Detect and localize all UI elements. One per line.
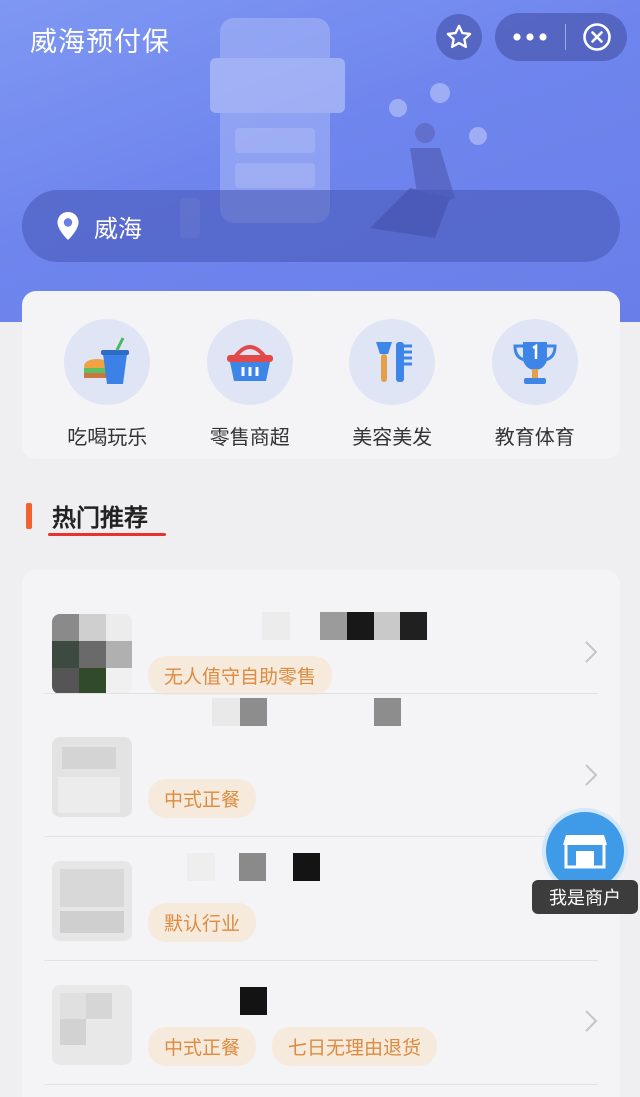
category-education[interactable]: 教育体育 [475,291,595,459]
food-drink-icon [64,319,151,405]
app-title: 威海预付保 [30,27,170,58]
close-button[interactable] [566,13,627,61]
tag-group: 默认行业 [148,903,257,942]
location-selector[interactable]: 威海 [22,190,620,262]
tag-group: 中式正餐 七日无理由退货 [148,1027,438,1066]
recommend-list: 无人值守自助零售 中式正餐 默认行业 中式正餐 七日无理由退货 [22,570,620,1097]
favorite-button[interactable] [436,14,482,60]
category-label: 吃喝玩乐 [67,425,148,449]
industry-tag: 中式正餐 [148,1027,257,1066]
tag-group: 中式正餐 [148,779,257,818]
star-icon [446,24,472,49]
category-food[interactable]: 吃喝玩乐 [47,291,167,459]
section-title: 热门推荐 [52,504,148,532]
store-thumbnail [52,614,132,694]
service-tag: 七日无理由退货 [272,1027,438,1066]
category-retail[interactable]: 零售商超 [190,291,310,459]
close-circle-icon [582,23,611,51]
beauty-comb-icon [349,319,436,405]
merchant-label: 我是商户 [532,880,638,914]
section-accent-bar [26,502,32,529]
store-thumbnail [52,861,132,941]
store-name-pixelated [262,612,427,640]
chevron-right-icon [585,764,598,786]
divider [44,693,598,694]
list-item[interactable]: 默认行业 [22,837,620,961]
store-thumbnail [52,985,132,1065]
category-beauty[interactable]: 美容美发 [332,291,452,459]
trophy-icon [491,319,578,405]
category-card: 吃喝玩乐 零售商超 美容美发 教育体育 [22,291,620,459]
tag-group: 无人值守自助零售 [148,656,333,695]
store-thumbnail [52,737,132,817]
chevron-right-icon [585,1010,598,1032]
location-city: 威海 [94,214,142,243]
store-name-pixelated [240,987,267,1015]
industry-tag: 中式正餐 [148,779,257,818]
category-label: 零售商超 [209,425,290,449]
industry-tag: 无人值守自助零售 [148,656,333,695]
shopping-basket-icon [206,319,293,405]
section-header: 热门推荐 [26,498,148,533]
merchant-entry-button[interactable]: 我是商户 [532,808,638,914]
industry-tag: 默认行业 [148,903,257,942]
list-item[interactable]: 无人值守自助零售 [22,570,620,695]
store-name-pixelated [212,698,401,726]
more-dots-icon [513,33,547,41]
list-item[interactable]: 中式正餐 [22,698,620,837]
more-button[interactable] [495,13,565,61]
category-label: 教育体育 [494,425,575,449]
location-pin-icon [57,212,79,240]
chevron-right-icon [585,641,598,663]
mini-program-capsule [495,13,627,61]
store-name-pixelated [187,853,320,881]
list-item[interactable]: 中式正餐 七日无理由退货 [22,961,620,1085]
section-underline [48,533,166,536]
divider [44,1084,598,1085]
category-label: 美容美发 [352,425,433,449]
